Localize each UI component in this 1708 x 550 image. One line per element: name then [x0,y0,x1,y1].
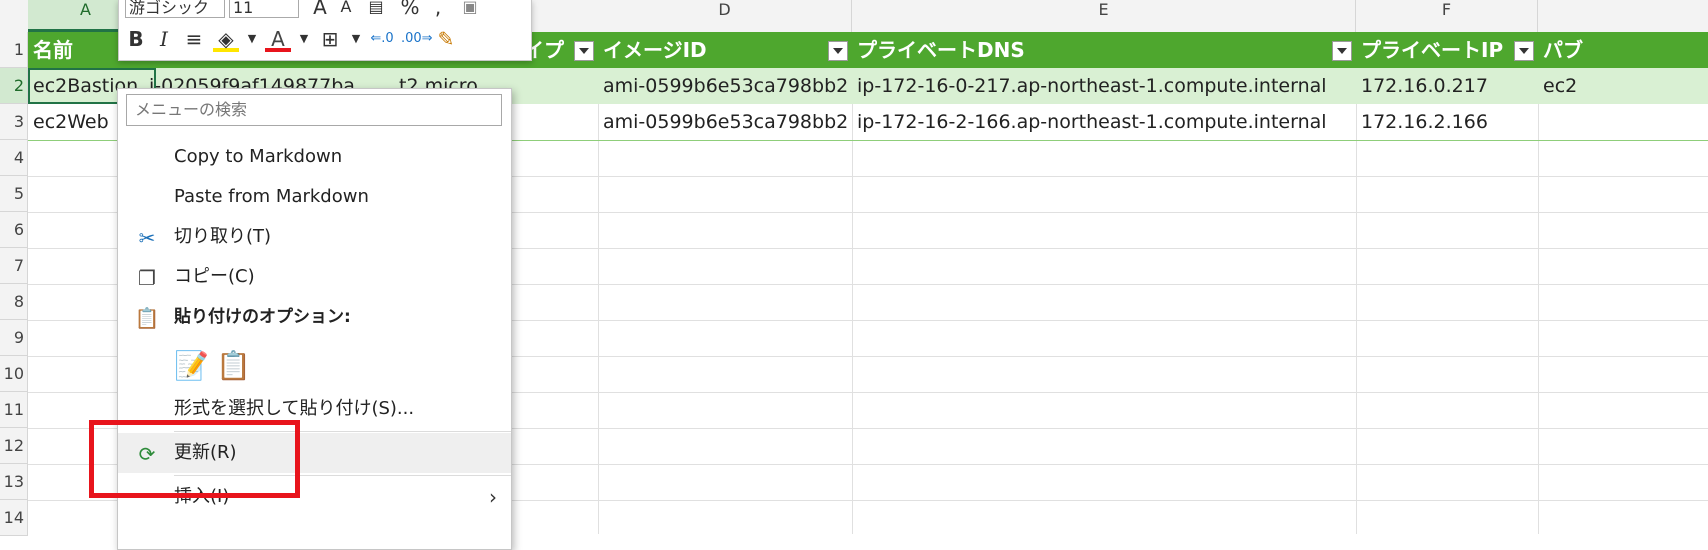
borders-icon[interactable]: ⊞ [317,26,343,52]
comma-style-icon[interactable]: , [425,0,451,20]
menu-item-label: Copy to Markdown [174,146,343,167]
cell-private-ip[interactable]: 172.16.0.217 [1356,68,1538,104]
filter-dropdown-icon[interactable] [574,41,594,61]
menu-item-label: Paste from Markdown [174,186,369,207]
number-format-icon[interactable]: ▤ [363,0,389,20]
row-header-2[interactable]: 2 [0,68,28,104]
row-header-4[interactable]: 4 [0,140,28,176]
cell-image-id[interactable]: ami-0599b6e53ca798bb2 [598,68,852,104]
filter-dropdown-icon[interactable] [1332,41,1352,61]
header-private-ip[interactable]: プライベートIP [1356,32,1514,68]
row-header-6[interactable]: 6 [0,212,28,248]
row-header-10[interactable]: 10 [0,356,28,392]
menu-item-label: 切り取り(T) [174,226,272,247]
menu-item-cut[interactable]: ✂ 切り取り(T) [118,217,511,257]
row-header-11[interactable]: 11 [0,392,28,428]
increase-decimal-icon[interactable]: ⇐.0 [369,26,395,52]
menu-search-input[interactable]: メニューの検索 [126,94,502,126]
row-header-8[interactable]: 8 [0,284,28,320]
row-header-13[interactable]: 13 [0,464,28,500]
row-header-9[interactable]: 9 [0,320,28,356]
decrease-decimal-icon[interactable]: .00⇒ [401,26,433,52]
merge-icon[interactable]: ▣ [457,0,483,20]
row-header-3[interactable]: 3 [0,104,28,140]
paste-option-icons: 📝 📋 [174,349,294,389]
mini-toolbar: 游ゴシック 11 A A ▤ % , ▣ B I ≡ ◈ ▼ A ▼ ⊞ ▼ ⇐… [118,0,532,61]
font-size-select[interactable]: 11 [229,0,299,18]
row-header-1[interactable]: 1 [0,32,28,68]
paste-formatting-icon[interactable]: 📝 [174,349,209,382]
header-public[interactable]: パブ [1538,32,1708,68]
column-header-d[interactable]: D [598,0,852,32]
italic-button[interactable]: I [151,26,177,52]
decrease-font-icon[interactable]: A [333,0,359,20]
cell-private-dns[interactable]: ip-172-16-2-166.ap-northeast-1.compute.i… [852,104,1356,140]
format-painter-icon[interactable]: ✎ [433,26,459,52]
chevron-right-icon: › [489,485,497,509]
menu-item-label: 貼り付けのオプション: [174,307,351,327]
scissors-icon: ✂ [138,226,156,250]
bold-button[interactable]: B [123,26,149,52]
fill-color-icon[interactable]: ◈ [213,26,239,52]
cell-private-ip[interactable]: 172.16.2.166 [1356,104,1538,140]
header-private-dns[interactable]: プライベートDNS [852,32,1332,68]
menu-item-copy[interactable]: ❐ コピー(C) [118,257,511,297]
row-header-12[interactable]: 12 [0,428,28,464]
cell-private-dns[interactable]: ip-172-16-0-217.ap-northeast-1.compute.i… [852,68,1356,104]
chevron-down-icon[interactable]: ▼ [239,26,265,52]
row-header-5[interactable]: 5 [0,176,28,212]
clipboard-icon: 📋 [134,306,160,330]
chevron-down-icon[interactable]: ▼ [343,26,369,52]
column-header-f[interactable]: F [1356,0,1538,32]
percent-style-icon[interactable]: % [397,0,423,20]
align-center-icon[interactable]: ≡ [181,26,207,52]
menu-item-paste-options: 📋 貼り付けのオプション: [118,297,511,337]
highlight-box [89,420,300,498]
paste-icon[interactable]: 📋 [216,349,251,382]
chevron-down-icon[interactable]: ▼ [291,26,317,52]
filter-dropdown-icon[interactable] [828,41,848,61]
column-header-e[interactable]: E [852,0,1356,32]
filter-dropdown-icon[interactable] [1514,41,1534,61]
menu-item-paste-from-markdown[interactable]: Paste from Markdown [118,177,511,217]
menu-item-copy-to-markdown[interactable]: Copy to Markdown [118,137,511,177]
increase-font-icon[interactable]: A [307,0,333,20]
header-image-id[interactable]: イメージID [598,32,828,68]
row-header-7[interactable]: 7 [0,248,28,284]
menu-item-label: コピー(C) [174,266,255,287]
font-name-select[interactable]: 游ゴシック [125,0,225,18]
cell-image-id[interactable]: ami-0599b6e53ca798bb2 [598,104,852,140]
copy-icon: ❐ [138,266,156,290]
cell-public[interactable]: ec2 [1538,68,1708,104]
font-color-icon[interactable]: A [265,26,291,52]
row-header-14[interactable]: 14 [0,500,28,536]
